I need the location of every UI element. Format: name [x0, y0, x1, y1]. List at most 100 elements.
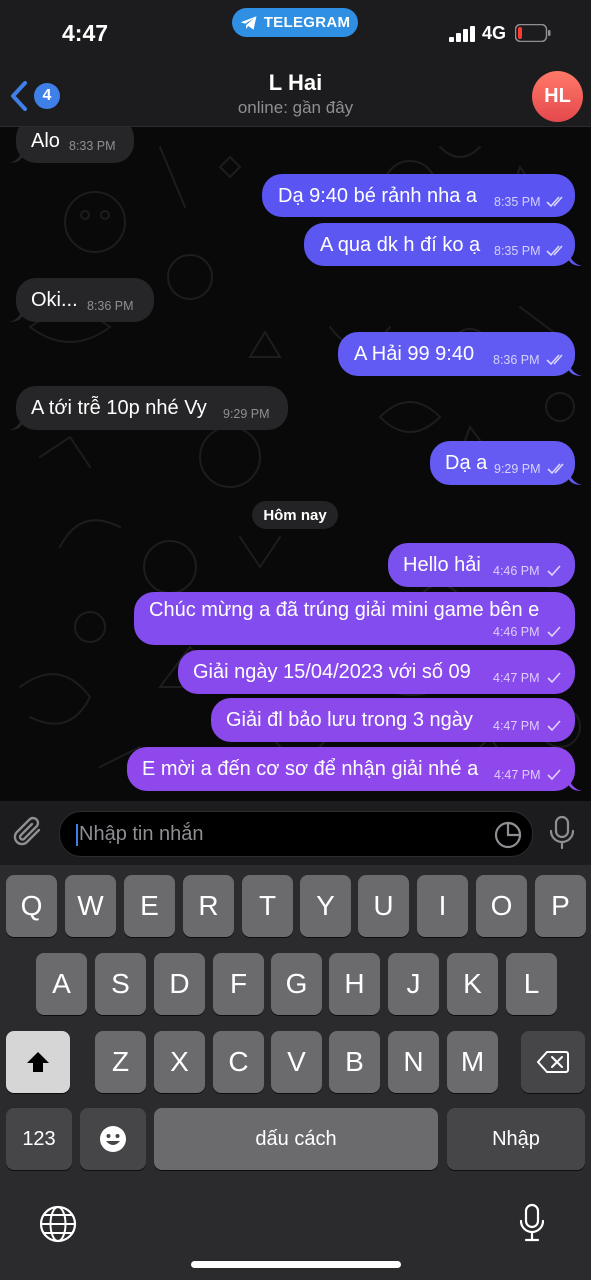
- double-check-icon: [546, 196, 563, 207]
- message-text: A qua dk h đí ko ạ: [320, 234, 481, 256]
- key-o[interactable]: O: [476, 875, 527, 937]
- key-f[interactable]: F: [213, 953, 264, 1015]
- message-text: A tới trễ 10p nhé Vy: [31, 397, 207, 419]
- battery-low-icon: [515, 24, 551, 42]
- message-text: Chúc mừng a đã trúng giải mini game bên …: [149, 599, 540, 621]
- message-time: 8:33 PM: [69, 139, 116, 153]
- key-r[interactable]: R: [183, 875, 234, 937]
- key-w[interactable]: W: [65, 875, 116, 937]
- status-time: 4:47: [62, 20, 109, 46]
- message-input-placeholder: Nhập tin nhắn: [79, 823, 204, 845]
- key-u[interactable]: U: [358, 875, 409, 937]
- message-time: 4:47 PM: [493, 719, 540, 733]
- key-n[interactable]: N: [388, 1031, 439, 1093]
- telegram-badge[interactable]: TELEGRAM: [232, 8, 358, 37]
- double-check-icon: [546, 245, 563, 256]
- message-outgoing[interactable]: Giải đl bảo lưu trong 3 ngày 4:47 PM: [211, 698, 575, 742]
- cellular-signal-icon: [449, 26, 475, 42]
- shift-icon: [27, 1052, 49, 1072]
- key-i[interactable]: I: [417, 875, 468, 937]
- key-h[interactable]: H: [329, 953, 380, 1015]
- check-icon: [547, 720, 561, 731]
- bubble-tail: [9, 149, 23, 163]
- message-incoming[interactable]: Alo 8:33 PM: [9, 127, 134, 163]
- backspace-key[interactable]: [521, 1031, 585, 1093]
- telegram-icon: [240, 15, 257, 30]
- check-icon: [547, 769, 561, 780]
- message-time: 4:47 PM: [493, 671, 540, 685]
- message-time: 8:36 PM: [493, 353, 540, 367]
- double-check-icon: [546, 354, 563, 365]
- message-outgoing[interactable]: Giải ngày 15/04/2023 với số 09 4:47 PM: [178, 650, 575, 694]
- key-e[interactable]: E: [124, 875, 175, 937]
- message-time: 8:35 PM: [494, 244, 541, 258]
- return-key[interactable]: Nhập: [447, 1108, 585, 1170]
- key-k[interactable]: K: [447, 953, 498, 1015]
- message-text: Oki...: [31, 289, 78, 311]
- globe-icon[interactable]: [38, 1204, 78, 1244]
- sticker-icon[interactable]: [494, 821, 522, 849]
- key-z[interactable]: Z: [95, 1031, 146, 1093]
- key-s[interactable]: S: [95, 953, 146, 1015]
- backspace-icon: [537, 1051, 569, 1073]
- message-text: Giải ngày 15/04/2023 với số 09: [193, 661, 471, 683]
- bubble-tail: [568, 362, 582, 376]
- key-d[interactable]: D: [154, 953, 205, 1015]
- top-bar: 4:47 TELEGRAM 4G 4 L Hai online: gần đây…: [0, 0, 591, 127]
- bubble-tail: [568, 777, 582, 791]
- message-outgoing[interactable]: A Hải 99 9:40 8:36 PM: [338, 332, 582, 376]
- message-text: A Hải 99 9:40: [354, 343, 475, 365]
- key-t[interactable]: T: [242, 875, 293, 937]
- message-outgoing[interactable]: Dạ a 9:29 PM: [430, 441, 582, 485]
- message-input[interactable]: Nhập tin nhắn: [59, 811, 533, 857]
- message-incoming[interactable]: Oki... 8:36 PM: [9, 278, 154, 322]
- key-q[interactable]: Q: [6, 875, 57, 937]
- key-l[interactable]: L: [506, 953, 557, 1015]
- emoji-key[interactable]: [80, 1108, 146, 1170]
- key-c[interactable]: C: [213, 1031, 264, 1093]
- chat-status: online: gần đây: [237, 98, 354, 117]
- message-outgoing[interactable]: E mời a đến cơ sơ để nhận giải nhé a 4:4…: [127, 747, 582, 791]
- bubble-tail: [9, 416, 23, 430]
- avatar[interactable]: HL: [532, 71, 583, 122]
- paperclip-icon[interactable]: [12, 815, 46, 851]
- key-j[interactable]: J: [388, 953, 439, 1015]
- key-v[interactable]: V: [271, 1031, 322, 1093]
- key-g[interactable]: G: [271, 953, 322, 1015]
- message-text: Hello hải: [403, 554, 481, 576]
- message-outgoing[interactable]: A qua dk h đí ko ạ 8:35 PM: [304, 223, 582, 266]
- message-incoming[interactable]: A tới trễ 10p nhé Vy 9:29 PM: [9, 386, 288, 430]
- chat-area[interactable]: Alo 8:33 PM Dạ 9:40 bé rảnh nha a 8:35 P…: [0, 127, 591, 801]
- emoji-icon: [100, 1126, 126, 1152]
- keyboard: Q W E R T Y U I O P A S D F G H J K L Z …: [0, 865, 591, 1280]
- key-p[interactable]: P: [535, 875, 586, 937]
- message-outgoing[interactable]: Chúc mừng a đã trúng giải mini game bên …: [134, 592, 575, 645]
- message-outgoing[interactable]: Hello hải 4:46 PM: [388, 543, 575, 587]
- double-check-icon: [547, 463, 564, 474]
- message-outgoing[interactable]: Dạ 9:40 bé rảnh nha a 8:35 PM: [262, 174, 575, 217]
- key-x[interactable]: X: [154, 1031, 205, 1093]
- date-separator: Hôm nay: [252, 501, 338, 529]
- dictation-mic-icon[interactable]: [518, 1203, 546, 1243]
- key-y[interactable]: Y: [300, 875, 351, 937]
- message-time: 8:36 PM: [87, 299, 134, 313]
- chat-title[interactable]: L Hai: [0, 70, 591, 96]
- home-indicator[interactable]: [191, 1261, 401, 1268]
- check-icon: [547, 672, 561, 683]
- network-type: 4G: [482, 23, 507, 43]
- microphone-icon[interactable]: [548, 815, 576, 851]
- shift-key[interactable]: [6, 1031, 70, 1093]
- bubble-tail: [568, 252, 582, 266]
- key-b[interactable]: B: [329, 1031, 380, 1093]
- message-time: 4:46 PM: [493, 625, 540, 639]
- message-text: Dạ 9:40 bé rảnh nha a: [278, 185, 478, 207]
- check-icon: [547, 565, 561, 576]
- bubble-tail: [568, 471, 582, 485]
- message-time: 8:35 PM: [494, 195, 541, 209]
- space-key[interactable]: dấu cách: [154, 1108, 438, 1170]
- message-text: E mời a đến cơ sơ để nhận giải nhé a: [142, 758, 479, 780]
- key-m[interactable]: M: [447, 1031, 498, 1093]
- message-composer: Nhập tin nhắn: [0, 801, 591, 865]
- numbers-key[interactable]: 123: [6, 1108, 72, 1170]
- key-a[interactable]: A: [36, 953, 87, 1015]
